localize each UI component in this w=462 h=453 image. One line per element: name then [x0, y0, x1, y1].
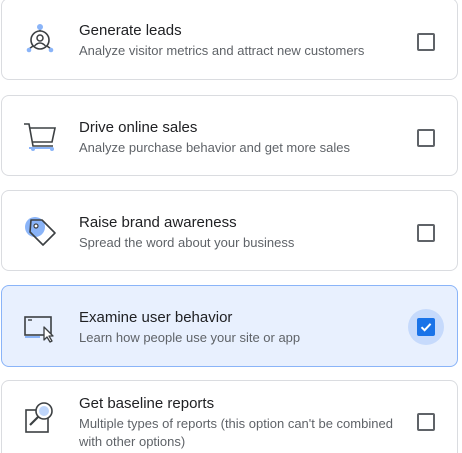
option-title: Drive online sales: [79, 119, 198, 136]
option-raise-brand-awareness[interactable]: Raise brand awareness Spread the word ab…: [1, 190, 458, 271]
shopping-cart-icon: [22, 118, 58, 154]
option-title: Raise brand awareness: [79, 214, 237, 231]
option-description: Spread the word about your business: [79, 235, 295, 250]
option-title: Get baseline reports: [79, 395, 215, 412]
checkbox[interactable]: [417, 129, 435, 147]
option-examine-user-behavior[interactable]: Examine user behavior Learn how people u…: [1, 285, 458, 367]
option-description: Multiple types of reports (this option c…: [79, 416, 393, 449]
option-drive-online-sales[interactable]: Drive online sales Analyze purchase beha…: [1, 95, 458, 176]
checkbox[interactable]: [417, 413, 435, 431]
checkbox[interactable]: [417, 33, 435, 51]
option-title: Generate leads: [79, 22, 182, 39]
checkbox[interactable]: [417, 224, 435, 242]
tag-icon: [22, 213, 58, 249]
checkbox[interactable]: [417, 318, 435, 336]
magnifier-report-icon: [22, 398, 58, 434]
option-get-baseline-reports[interactable]: Get baseline reports Multiple types of r…: [1, 380, 458, 453]
business-objectives-list: Generate leads Analyze visitor metrics a…: [0, 0, 462, 453]
option-generate-leads[interactable]: Generate leads Analyze visitor metrics a…: [1, 0, 458, 80]
person-target-icon: [22, 21, 58, 57]
browser-cursor-icon: [22, 309, 58, 345]
option-description: Analyze purchase behavior and get more s…: [79, 140, 350, 155]
option-title: Examine user behavior: [79, 309, 233, 326]
option-description: Analyze visitor metrics and attract new …: [79, 43, 365, 58]
check-icon: [420, 323, 432, 332]
option-description: Learn how people use your site or app: [79, 330, 301, 345]
